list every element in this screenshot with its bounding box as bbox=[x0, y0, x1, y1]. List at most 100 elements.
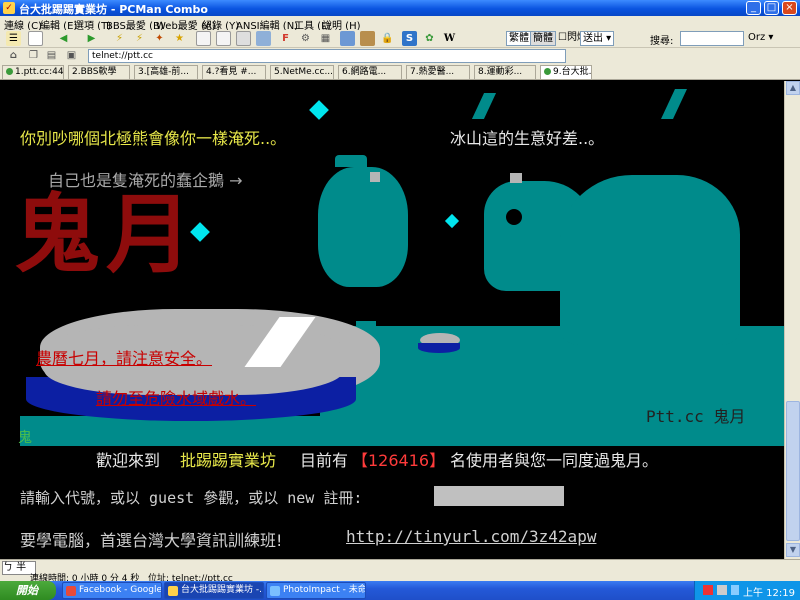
user-count: 【126416】 bbox=[352, 451, 446, 470]
polar-bear-ear-art bbox=[510, 173, 522, 183]
screen-icon[interactable] bbox=[256, 31, 271, 46]
menu-bar: 連線 (C) 編輯 (E) 選項 (T) BBS最愛 (B) Web最愛 (A)… bbox=[0, 16, 800, 32]
tab-item[interactable]: 5.NetMe.cc... bbox=[270, 65, 334, 79]
close-button[interactable]: × bbox=[782, 1, 797, 15]
scroll-thumb[interactable] bbox=[786, 401, 800, 541]
connected-icon bbox=[544, 68, 551, 75]
welcome-site: 批踢踢實業坊 bbox=[180, 451, 277, 470]
minimize-button[interactable]: _ bbox=[746, 1, 761, 15]
connected-icon bbox=[6, 68, 13, 75]
terminal-screen[interactable]: 鬼月 你別吵哪個北極熊會像你一樣淹死..。 冰山這的生意好差..。 自己也是隻淹… bbox=[0, 81, 784, 559]
ad-link[interactable]: http://tinyurl.com/3z42apw bbox=[346, 527, 596, 546]
ice-shard-art bbox=[471, 93, 497, 119]
pcman-icon bbox=[168, 586, 178, 596]
address-book-icon[interactable] bbox=[360, 31, 375, 46]
scroll-up-icon[interactable]: ▲ bbox=[786, 81, 800, 95]
penguin-art bbox=[335, 155, 367, 167]
tab-item[interactable]: 3.[高雄-前... bbox=[134, 65, 198, 79]
ice-shard-art bbox=[661, 89, 687, 119]
start-button[interactable]: 開始 bbox=[0, 581, 56, 600]
terminal-scrollbar[interactable]: ▲ ▼ bbox=[784, 81, 800, 559]
font-icon[interactable]: F bbox=[278, 31, 293, 46]
maximize-button[interactable]: □ bbox=[764, 1, 779, 15]
send-dropdown[interactable]: 送出 ▾ bbox=[580, 31, 615, 46]
diamond-art bbox=[444, 213, 460, 229]
home-icon[interactable]: ⌂ bbox=[6, 48, 21, 63]
signature-text: Ptt.cc 鬼月 bbox=[646, 407, 746, 426]
window-icon[interactable]: ▣ bbox=[64, 48, 79, 63]
window-title: 台大批踢踢實業坊 - PCMan Combo bbox=[19, 3, 208, 16]
ice-floe-art bbox=[418, 343, 460, 353]
tab-item[interactable]: 7.熱愛醫... bbox=[406, 65, 470, 79]
simplified-encoding-button[interactable]: 簡體 bbox=[530, 31, 556, 46]
scroll-down-icon[interactable]: ▼ bbox=[786, 543, 800, 557]
polar-bear-eye-art bbox=[506, 209, 522, 225]
paste-icon[interactable] bbox=[216, 31, 231, 46]
title-art: 鬼月 bbox=[14, 185, 198, 285]
warning-text: 農曆七月，請注意安全。 bbox=[36, 349, 213, 368]
address-bar: ⌂ ❐ ▤ ▣ telnet://ptt.cc bbox=[0, 48, 800, 64]
tab-item[interactable]: 1.ptt.cc:443 bbox=[2, 65, 64, 79]
welcome-suffix: 名使用者與您一同度過鬼月。 bbox=[450, 451, 659, 470]
grid-icon[interactable]: ▦ bbox=[318, 31, 333, 46]
wikipedia-icon[interactable]: W bbox=[442, 31, 457, 46]
traditional-encoding-button[interactable]: 繁體 bbox=[506, 31, 532, 46]
clock: 上午 12:19 bbox=[743, 588, 795, 599]
layout-icon[interactable]: ▤ bbox=[44, 48, 59, 63]
tray-icon[interactable] bbox=[703, 585, 713, 595]
penguin-hat-art bbox=[370, 172, 380, 182]
tab-item-active[interactable]: 9.台大批... bbox=[540, 65, 592, 79]
address-input[interactable]: telnet://ptt.cc bbox=[88, 49, 566, 63]
ad-text: 要學電腦，首選台灣大學資訊訓練班! bbox=[20, 531, 283, 550]
bear-speech: 冰山這的生意好差..。 bbox=[450, 129, 605, 148]
tab-item[interactable]: 2.BBS軟學 bbox=[68, 65, 130, 79]
login-prompt: 請輸入代號，或以 guest 參觀，或以 new 註冊: bbox=[20, 489, 363, 507]
copy-icon[interactable] bbox=[196, 31, 211, 46]
tab-item[interactable]: 8.運動彩... bbox=[474, 65, 536, 79]
volume-icon[interactable] bbox=[731, 585, 739, 595]
lock-icon[interactable]: 🔒 bbox=[380, 31, 395, 46]
search-engine-select[interactable]: Orz ▾ bbox=[748, 32, 773, 43]
chrome-icon bbox=[66, 586, 76, 596]
polar-bear-art bbox=[560, 175, 740, 345]
corner-char: 鬼 bbox=[18, 430, 32, 446]
network-icon[interactable] bbox=[717, 585, 727, 595]
reconnect-icon[interactable]: ⚡ bbox=[112, 31, 127, 46]
diamond-art bbox=[309, 100, 329, 120]
disconnect-icon[interactable]: ⚡ bbox=[132, 31, 147, 46]
title-bar[interactable]: ✓ 台大批踢踢實業坊 - PCMan Combo _ □ × bbox=[0, 0, 800, 16]
plugin-icon[interactable]: ✿ bbox=[422, 31, 437, 46]
tab-item[interactable]: 4.?看見 #... bbox=[202, 65, 266, 79]
system-tray: 上午 12:19 bbox=[694, 581, 800, 600]
toolbar: ☰ ◀ ▶ ⚡ ⚡ ✦ ★ F ⚙ ▦ 🔒 S ✿ W 繁體 簡體 ☐閃爍 送出… bbox=[0, 30, 800, 48]
caption-text: 自己也是隻淹死的蠢企鵝 → bbox=[48, 171, 243, 190]
display-icon[interactable] bbox=[340, 31, 355, 46]
bookmark-icon[interactable]: ❐ bbox=[26, 48, 41, 63]
taskbar: 開始 Facebook - Google Ch... 台大批踢踢實業坊 -...… bbox=[0, 581, 800, 600]
new-icon[interactable] bbox=[28, 31, 43, 46]
copy-ansi-icon[interactable] bbox=[236, 31, 251, 46]
connect-icon[interactable]: ☰ bbox=[6, 31, 21, 46]
favorite-icon[interactable]: ★ bbox=[172, 31, 187, 46]
search-input[interactable] bbox=[680, 31, 744, 46]
penguin-speech: 你別吵哪個北極熊會像你一樣淹死..。 bbox=[20, 129, 287, 148]
back-arrow-icon[interactable]: ◀ bbox=[56, 31, 71, 46]
taskbar-item[interactable]: PhotoImpact - 未命名... bbox=[266, 582, 366, 599]
taskbar-item-active[interactable]: 台大批踢踢實業坊 -... bbox=[164, 582, 264, 599]
status-bar: ㄅ 半 連線時間: 0 小時 0 分 4 秒 位址: telnet://ptt.… bbox=[0, 559, 800, 584]
pcman-icon: ✓ bbox=[3, 2, 15, 14]
penguin-art bbox=[318, 167, 408, 287]
login-input[interactable] bbox=[434, 486, 564, 506]
search-icon[interactable]: S bbox=[402, 31, 417, 46]
photoimpact-icon bbox=[270, 586, 280, 596]
forward-arrow-icon[interactable]: ▶ bbox=[84, 31, 99, 46]
tab-item[interactable]: 6.網路電... bbox=[338, 65, 402, 79]
tab-bar: 1.ptt.cc:443 2.BBS軟學 3.[高雄-前... 4.?看見 #.… bbox=[0, 64, 800, 80]
search-label: 搜尋: bbox=[650, 36, 674, 47]
settings-icon[interactable]: ⚙ bbox=[298, 31, 313, 46]
welcome-middle: 目前有 bbox=[300, 451, 349, 470]
taskbar-item[interactable]: Facebook - Google Ch... bbox=[62, 582, 162, 599]
welcome-prefix: 歡迎來到 bbox=[96, 451, 161, 470]
quick-connect-icon[interactable]: ✦ bbox=[152, 31, 167, 46]
warning-text: 請勿至危險水域戲水。 bbox=[96, 389, 257, 408]
